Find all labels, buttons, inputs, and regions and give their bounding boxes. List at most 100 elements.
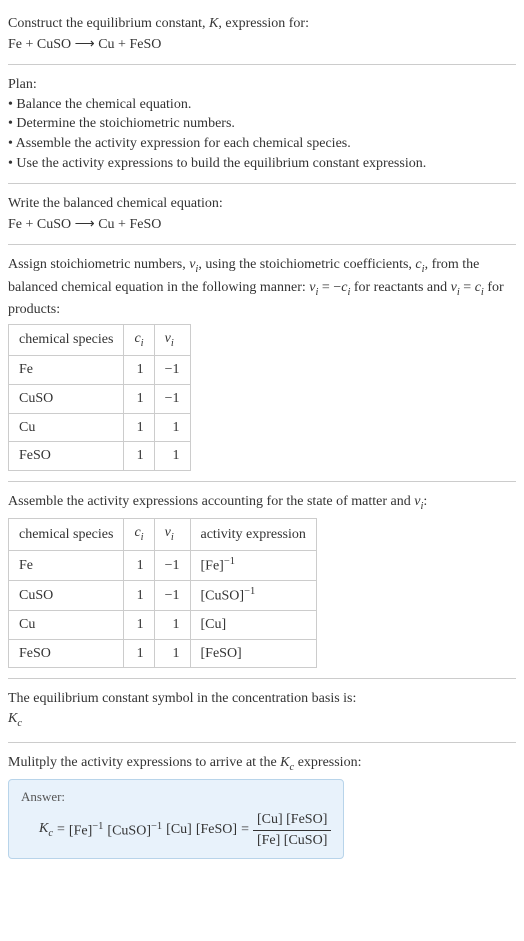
balanced-section: Write the balanced chemical equation: Fe… — [8, 188, 516, 240]
activity-heading: Assemble the activity expressions accoun… — [8, 492, 516, 514]
cell-c: 1 — [124, 580, 154, 610]
col-expr: activity expression — [190, 519, 316, 550]
table-header-row: chemical species ci νi — [9, 324, 191, 355]
table-row: FeSO 1 1 — [9, 442, 191, 471]
cell-c: 1 — [124, 639, 154, 668]
cell-nu: −1 — [154, 550, 190, 580]
symbol-section: The equilibrium constant symbol in the c… — [8, 683, 516, 737]
cell-nu: 1 — [154, 639, 190, 668]
table-row: Cu 1 1 [Cu] — [9, 611, 317, 640]
balanced-heading: Write the balanced chemical equation: — [8, 194, 516, 214]
text: Assign stoichiometric numbers, — [8, 257, 189, 272]
rel-eq: = — [460, 280, 475, 295]
cell-species: Cu — [9, 413, 124, 442]
cell-species: FeSO — [9, 639, 124, 668]
divider — [8, 64, 516, 65]
reaction-arrow-icon: ⟶ — [75, 35, 95, 51]
col-ci: ci — [124, 519, 154, 550]
intro-section: Construct the equilibrium constant, K, e… — [8, 8, 516, 60]
cell-species: Fe — [9, 356, 124, 385]
plan-heading: Plan: — [8, 75, 516, 95]
plan-item: • Determine the stoichiometric numbers. — [8, 114, 516, 134]
fraction: [Cu] [FeSO] [Fe] [CuSO] — [253, 810, 331, 850]
table-header-row: chemical species ci νi activity expressi… — [9, 519, 317, 550]
table-row: CuSO 1 −1 — [9, 384, 191, 413]
divider — [8, 244, 516, 245]
cell-c: 1 — [124, 611, 154, 640]
term2: [CuSO]−1 — [107, 820, 162, 841]
cell-c: 1 — [124, 442, 154, 471]
cell-expr: [Cu] — [190, 611, 316, 640]
divider — [8, 678, 516, 679]
cell-species: CuSO — [9, 580, 124, 610]
cell-expr: [FeSO] — [190, 639, 316, 668]
intro-text1: Construct the equilibrium constant, — [8, 16, 209, 31]
text: Assemble the activity expressions accoun… — [8, 494, 414, 509]
stoich-section: Assign stoichiometric numbers, νi , using… — [8, 249, 516, 476]
col-ci: ci — [124, 324, 154, 355]
intro-text2: , expression for: — [218, 16, 309, 31]
cell-species: CuSO — [9, 384, 124, 413]
plan-item: • Balance the chemical equation. — [8, 95, 516, 115]
plan-item: • Use the activity expressions to build … — [8, 154, 516, 174]
eq-lhs: Fe + CuSO — [8, 217, 71, 232]
multiply-heading: Mulitply the activity expressions to arr… — [8, 753, 516, 775]
activity-section: Assemble the activity expressions accoun… — [8, 486, 516, 675]
eq-rhs: Cu + FeSO — [98, 37, 161, 52]
text: for reactants and — [350, 280, 450, 295]
col-species: chemical species — [9, 324, 124, 355]
col-nui: νi — [154, 324, 190, 355]
text: : — [423, 494, 427, 509]
intro-equation: Fe + CuSO ⟶ Cu + FeSO — [8, 34, 516, 55]
eq-lhs: Fe + CuSO — [8, 37, 71, 52]
plan-section: Plan: • Balance the chemical equation. •… — [8, 69, 516, 179]
answer-label: Answer: — [21, 788, 331, 806]
frac-denominator: [Fe] [CuSO] — [253, 831, 331, 851]
term4: [FeSO] — [196, 820, 237, 840]
text: , using the stoichiometric coefficients, — [198, 257, 415, 272]
cell-species: Cu — [9, 611, 124, 640]
col-species: chemical species — [9, 519, 124, 550]
cell-c: 1 — [124, 550, 154, 580]
table-row: Fe 1 −1 — [9, 356, 191, 385]
kc-indent — [21, 820, 35, 840]
K-symbol: K — [280, 755, 289, 770]
cell-species: Fe — [9, 550, 124, 580]
cell-nu: 1 — [154, 413, 190, 442]
cell-expr: [CuSO]−1 — [190, 580, 316, 610]
eq-rhs: Cu + FeSO — [98, 217, 161, 232]
divider — [8, 742, 516, 743]
text: Mulitply the activity expressions to arr… — [8, 755, 280, 770]
text: expression: — [294, 755, 361, 770]
cell-nu: −1 — [154, 580, 190, 610]
stoich-table: chemical species ci νi Fe 1 −1 CuSO 1 −1… — [8, 324, 191, 471]
table-row: CuSO 1 −1 [CuSO]−1 — [9, 580, 317, 610]
divider — [8, 481, 516, 482]
multiply-section: Mulitply the activity expressions to arr… — [8, 747, 516, 866]
eq-sign: = — [241, 820, 249, 840]
symbol-kc: Kc — [8, 709, 516, 731]
Kc: Kc — [39, 819, 53, 841]
symbol-heading: The equilibrium constant symbol in the c… — [8, 689, 516, 709]
answer-box: Answer: Kc = [Fe]−1 [CuSO]−1 [Cu] [FeSO]… — [8, 779, 344, 859]
cell-species: FeSO — [9, 442, 124, 471]
intro-K: K — [209, 16, 218, 31]
cell-nu: 1 — [154, 442, 190, 471]
answer-expression: Kc = [Fe]−1 [CuSO]−1 [Cu] [FeSO] = [Cu] … — [21, 810, 331, 850]
cell-c: 1 — [124, 356, 154, 385]
table-row: Cu 1 1 — [9, 413, 191, 442]
cell-nu: 1 — [154, 611, 190, 640]
cell-nu: −1 — [154, 384, 190, 413]
cell-nu: −1 — [154, 356, 190, 385]
intro-title: Construct the equilibrium constant, K, e… — [8, 14, 516, 34]
eq-sign: = — [57, 820, 65, 840]
balanced-equation: Fe + CuSO ⟶ Cu + FeSO — [8, 214, 516, 235]
term1: [Fe]−1 — [69, 820, 104, 841]
divider — [8, 183, 516, 184]
table-row: FeSO 1 1 [FeSO] — [9, 639, 317, 668]
cell-expr: [Fe]−1 — [190, 550, 316, 580]
stoich-text: Assign stoichiometric numbers, νi, using… — [8, 255, 516, 320]
reaction-arrow-icon: ⟶ — [75, 215, 95, 231]
cell-c: 1 — [124, 384, 154, 413]
table-row: Fe 1 −1 [Fe]−1 — [9, 550, 317, 580]
